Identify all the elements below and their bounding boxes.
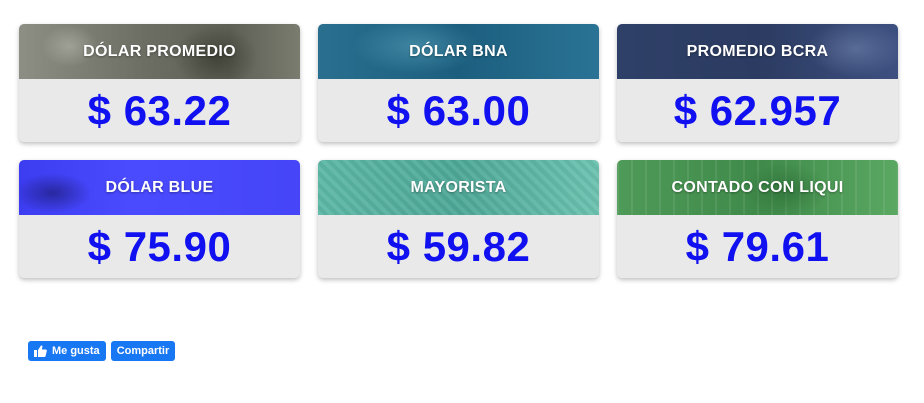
card-title: MAYORISTA — [410, 178, 507, 196]
rate-value: $ 59.82 — [386, 222, 531, 270]
like-label: Me gusta — [52, 345, 100, 357]
rate-value: $ 63.22 — [87, 86, 232, 134]
card-title: PROMEDIO BCRA — [686, 42, 829, 60]
rate-value: $ 62.957 — [673, 86, 842, 134]
facebook-share-button[interactable]: Compartir — [110, 341, 176, 361]
rate-card-contado-con-liqui: CONTADO CON LIQUI $ 79.61 — [617, 160, 898, 278]
card-title: DÓLAR BNA — [409, 42, 508, 60]
social-buttons: Me gusta Compartir — [28, 341, 176, 361]
card-header: MAYORISTA — [318, 160, 599, 215]
exchange-rate-grid: DÓLAR PROMEDIO $ 63.22 DÓLAR BNA $ 63.00… — [19, 24, 898, 278]
rate-card-dolar-blue: DÓLAR BLUE $ 75.90 — [19, 160, 300, 278]
facebook-like-button[interactable]: Me gusta — [28, 341, 106, 361]
rate-card-mayorista: MAYORISTA $ 59.82 — [318, 160, 599, 278]
thumbs-up-icon — [34, 345, 47, 357]
card-header: DÓLAR PROMEDIO — [19, 24, 300, 79]
card-title: CONTADO CON LIQUI — [671, 178, 844, 196]
share-label: Compartir — [116, 345, 170, 357]
rate-card-dolar-bna: DÓLAR BNA $ 63.00 — [318, 24, 599, 142]
rate-value: $ 79.61 — [685, 222, 830, 270]
card-body: $ 79.61 — [617, 215, 898, 278]
card-body: $ 59.82 — [318, 215, 599, 278]
card-body: $ 75.90 — [19, 215, 300, 278]
card-title: DÓLAR PROMEDIO — [83, 42, 236, 60]
rate-card-promedio-bcra: PROMEDIO BCRA $ 62.957 — [617, 24, 898, 142]
rate-card-dolar-promedio: DÓLAR PROMEDIO $ 63.22 — [19, 24, 300, 142]
card-body: $ 63.22 — [19, 79, 300, 142]
card-header: PROMEDIO BCRA — [617, 24, 898, 79]
card-header: CONTADO CON LIQUI — [617, 160, 898, 215]
card-header: DÓLAR BLUE — [19, 160, 300, 215]
rate-value: $ 75.90 — [87, 222, 232, 270]
card-body: $ 63.00 — [318, 79, 599, 142]
card-header: DÓLAR BNA — [318, 24, 599, 79]
card-body: $ 62.957 — [617, 79, 898, 142]
card-title: DÓLAR BLUE — [105, 178, 214, 196]
rate-value: $ 63.00 — [386, 86, 531, 134]
